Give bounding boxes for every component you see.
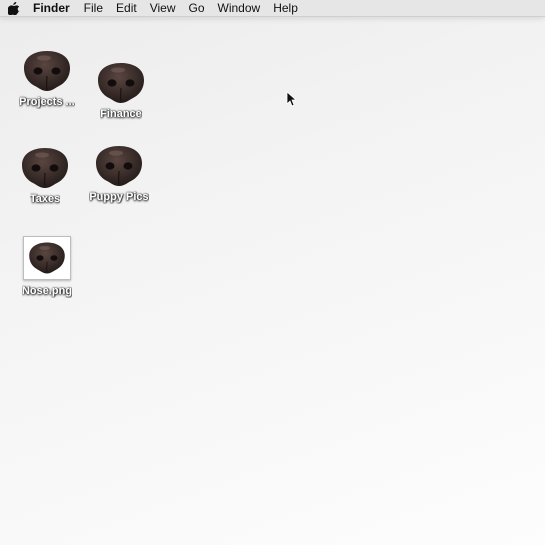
desktop-folder-finance[interactable]: Finance xyxy=(83,61,159,121)
icon-label: Projects ... xyxy=(19,96,75,108)
desktop-file-nose-png[interactable]: Nose.png xyxy=(9,236,85,298)
menu-file[interactable]: File xyxy=(84,0,103,16)
menu-go[interactable]: Go xyxy=(189,0,205,16)
desktop-folder-puppy-pics[interactable]: Puppy Pics xyxy=(81,144,157,204)
icon-label: Puppy Pics xyxy=(89,191,149,203)
dog-nose-icon xyxy=(20,146,70,190)
file-thumbnail xyxy=(23,236,71,280)
menu-view[interactable]: View xyxy=(150,0,176,16)
desktop[interactable]: Projects ... Finance Taxes Puppy Pics No… xyxy=(0,17,545,545)
menu-window[interactable]: Window xyxy=(218,0,261,16)
menu-help[interactable]: Help xyxy=(273,0,298,16)
dog-nose-icon xyxy=(94,144,144,188)
apple-logo-icon[interactable] xyxy=(8,1,20,15)
desktop-folder-projects[interactable]: Projects ... xyxy=(9,49,85,109)
desktop-folder-taxes[interactable]: Taxes xyxy=(7,146,83,206)
menu-app-finder[interactable]: Finder xyxy=(33,0,70,16)
dog-nose-icon xyxy=(96,61,146,105)
icon-label: Nose.png xyxy=(21,285,73,297)
mouse-pointer-icon xyxy=(286,91,296,107)
icon-label: Taxes xyxy=(29,193,61,205)
icon-label: Finance xyxy=(100,108,142,120)
dog-nose-icon xyxy=(27,241,67,275)
menu-bar: Finder File Edit View Go Window Help xyxy=(0,0,545,17)
menu-edit[interactable]: Edit xyxy=(116,0,137,16)
dog-nose-icon xyxy=(22,49,72,93)
